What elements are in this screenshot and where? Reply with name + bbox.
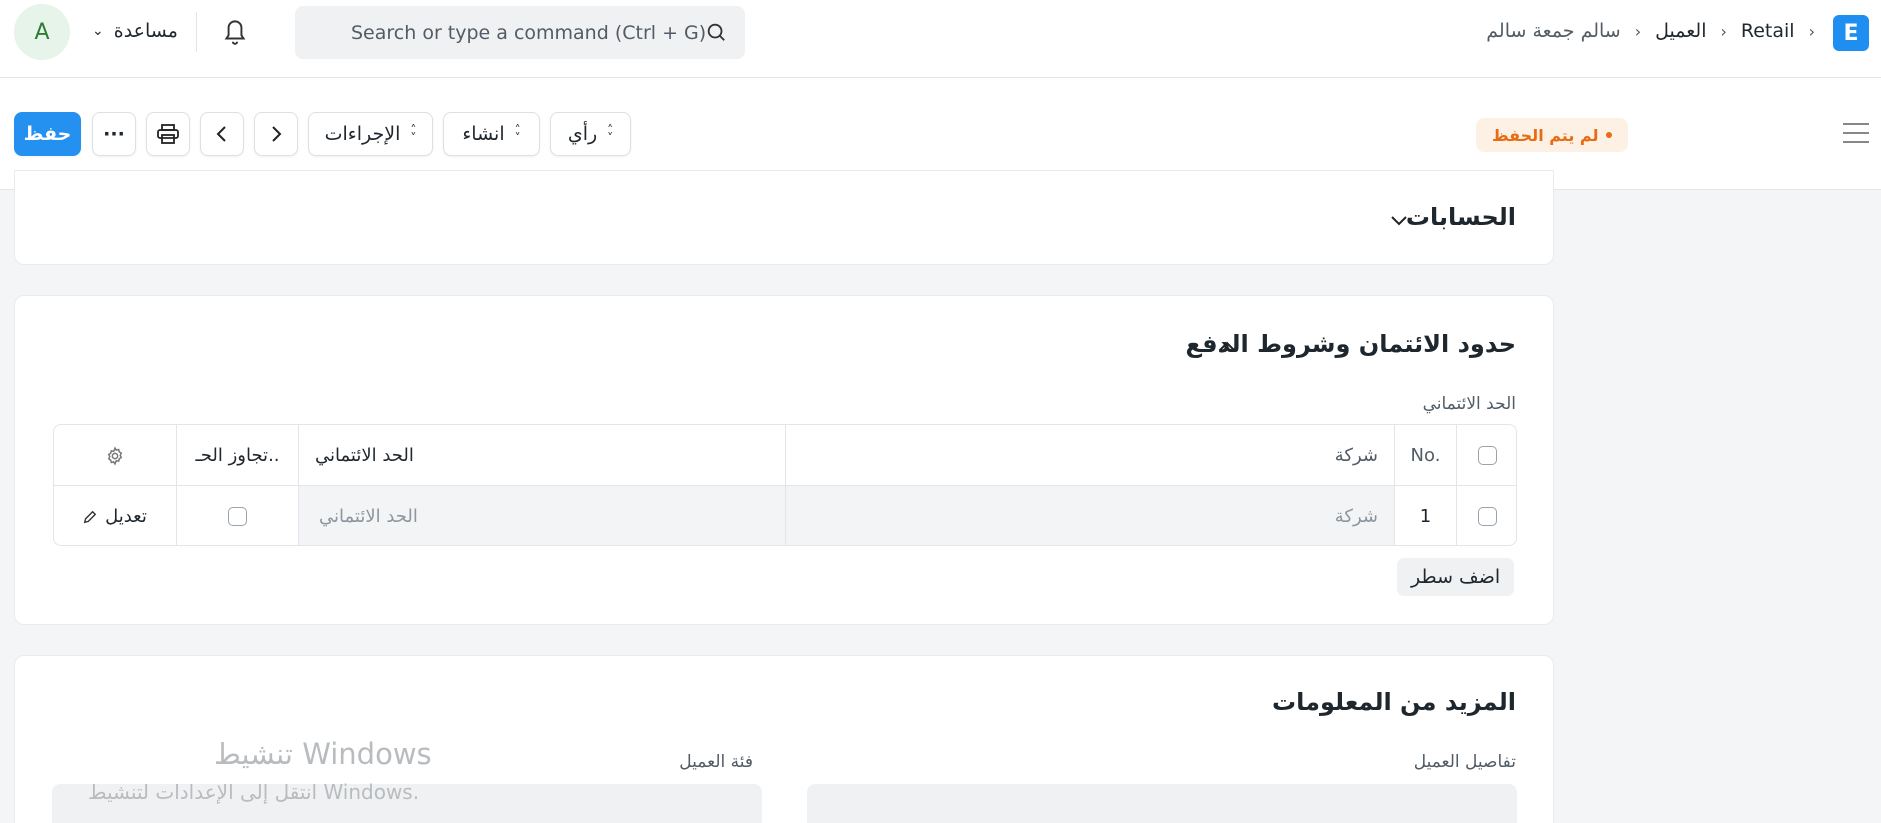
save-button[interactable]: حفظ	[14, 112, 81, 156]
credit-limit-field-label: الحد الائتماني	[1422, 394, 1516, 414]
search-icon	[707, 23, 725, 41]
previous-record-button[interactable]	[200, 112, 244, 156]
header-no: No.	[1394, 425, 1456, 486]
row-company-cell[interactable]: شركة	[785, 486, 1394, 545]
customer-details-field[interactable]	[807, 784, 1517, 823]
header-bypass-label: تجاوز الحـ..	[195, 445, 280, 466]
search-bar[interactable]: Search or type a command (Ctrl + G)	[295, 6, 745, 59]
breadcrumb-separator-icon: ›	[1808, 21, 1815, 41]
breadcrumb-item-current[interactable]: سالم جمعة سالم	[1486, 20, 1620, 42]
windows-activation-subtitle: انتقل إلى الإعدادات لتنشيط Windows.	[88, 780, 420, 804]
breadcrumb-separator-icon: ›	[1720, 21, 1727, 41]
select-all-checkbox[interactable]	[1478, 446, 1497, 465]
row-bypass-cell	[176, 486, 298, 545]
row-select-cell	[1456, 486, 1516, 545]
row-select-checkbox[interactable]	[1478, 507, 1497, 526]
create-label: انشاء	[462, 123, 505, 145]
chevron-down-icon[interactable]	[1389, 211, 1409, 231]
sidebar-toggle-icon[interactable]	[1843, 122, 1869, 144]
actions-button[interactable]: الإجراءات ˄ ˅	[308, 112, 433, 156]
add-row-button[interactable]: اضف سطر	[1397, 558, 1515, 596]
header-settings	[54, 425, 176, 486]
header-bypass: تجاوز الحـ..	[176, 425, 298, 486]
search-input[interactable]: Search or type a command (Ctrl + G)	[351, 22, 706, 44]
app-logo[interactable]: E	[1833, 15, 1869, 51]
credit-limit-section: حدود الائتمان وشروط الدفع الحد الائتماني…	[14, 295, 1554, 625]
actions-label: الإجراءات	[324, 123, 401, 145]
header-no-label: No.	[1410, 445, 1441, 466]
navbar-divider	[196, 12, 197, 52]
row-credit-limit: الحد الائتماني	[319, 506, 418, 527]
table-row[interactable]: 1 شركة الحد الائتماني تعديل	[54, 486, 1516, 545]
status-text: لم يتم الحفظ	[1492, 125, 1599, 145]
chevron-down-icon: ⌄	[92, 23, 104, 39]
row-edit-button[interactable]: تعديل	[54, 486, 176, 545]
header-company-label: شركة	[1334, 445, 1378, 466]
printer-icon	[157, 124, 179, 144]
status-dot-icon	[1606, 132, 1613, 138]
print-button[interactable]	[146, 112, 190, 156]
next-record-button[interactable]	[254, 112, 298, 156]
breadcrumb-item-retail[interactable]: Retail	[1741, 20, 1795, 42]
pencil-icon	[83, 510, 97, 523]
table-header-row: No. شركة الحد الائتماني تجاوز الحـ..	[54, 425, 1516, 486]
section-title[interactable]: الحسابات	[1406, 203, 1516, 231]
save-label: حفظ	[23, 123, 72, 145]
customer-details-label: تفاصيل العميل	[1413, 752, 1516, 772]
view-button[interactable]: رأي ˄ ˅	[550, 112, 631, 156]
chevron-right-icon	[272, 126, 282, 142]
row-credit-limit-cell[interactable]: الحد الائتماني	[298, 486, 785, 545]
breadcrumb-item-customer[interactable]: العميل	[1655, 20, 1706, 42]
navbar: E › Retail › العميل › سالم جمعة سالم Sea…	[0, 0, 1881, 78]
help-dropdown[interactable]: ⌄ مساعدة	[92, 18, 178, 44]
chevron-left-icon	[216, 126, 226, 142]
row-edit-label: تعديل	[105, 506, 147, 527]
bypass-checkbox[interactable]	[228, 507, 247, 526]
sort-updown-icon: ˄ ˅	[607, 123, 614, 145]
sort-updown-icon: ˄ ˅	[514, 123, 521, 145]
breadcrumb: › Retail › العميل › سالم جمعة سالم	[1486, 18, 1815, 44]
header-credit-limit-label: الحد الائتماني	[315, 445, 414, 466]
row-no-cell: 1	[1394, 486, 1456, 545]
chevron-up-icon[interactable]	[1217, 336, 1237, 356]
select-all-cell	[1456, 425, 1516, 486]
accounts-section: الحسابات	[14, 170, 1554, 265]
breadcrumb-separator-icon: ›	[1634, 21, 1642, 41]
view-label: رأي	[567, 123, 598, 145]
status-badge: لم يتم الحفظ	[1476, 118, 1629, 152]
notification-bell-icon[interactable]	[222, 16, 248, 46]
customer-group-label: فئة العميل	[679, 752, 753, 772]
more-menu-button[interactable]: ···	[92, 112, 136, 156]
create-button[interactable]: انشاء ˄ ˅	[443, 112, 540, 156]
sort-updown-icon: ˄ ˅	[410, 123, 417, 145]
header-credit-limit: الحد الائتماني	[298, 425, 785, 486]
row-no: 1	[1419, 506, 1432, 527]
help-label: مساعدة	[113, 20, 178, 42]
section-title[interactable]: المزيد من المعلومات	[1272, 688, 1516, 716]
avatar[interactable]: A	[14, 4, 70, 60]
more-icon: ···	[103, 123, 125, 145]
row-company: شركة	[1334, 506, 1378, 527]
credit-limit-table: No. شركة الحد الائتماني تجاوز الحـ.. 1 ش…	[53, 424, 1517, 546]
windows-activation-title: تنشيط Windows	[214, 737, 432, 771]
settings-gear-icon[interactable]	[105, 445, 125, 466]
header-company: شركة	[785, 425, 1394, 486]
